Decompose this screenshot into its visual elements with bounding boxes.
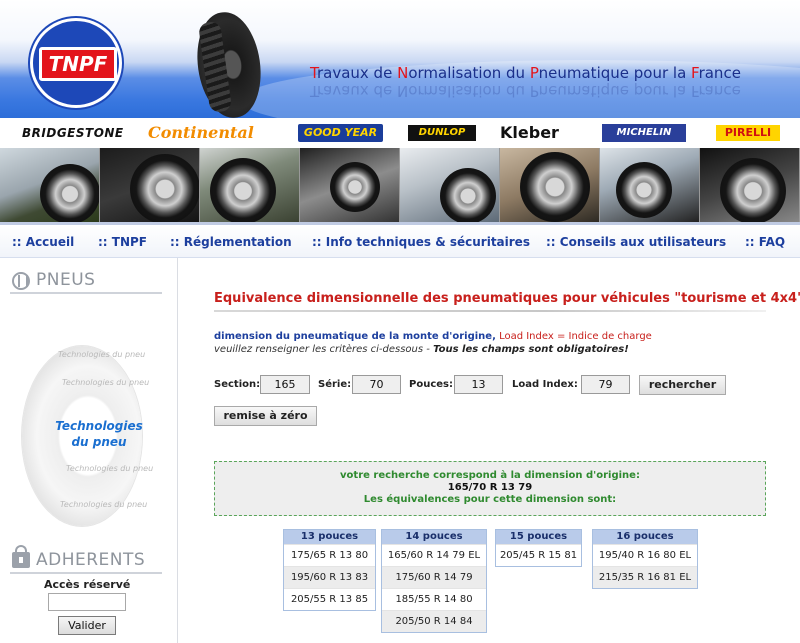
pouces-field[interactable]: 13 bbox=[454, 375, 503, 394]
valider-button[interactable]: Valider bbox=[58, 616, 116, 635]
wheel-photo bbox=[700, 148, 800, 222]
acces-reserve-label: Accès réservé bbox=[44, 578, 131, 591]
reset-button[interactable]: remise à zéro bbox=[214, 406, 317, 426]
load-index-label: Load Index: bbox=[512, 379, 578, 390]
photo-strip bbox=[0, 148, 800, 222]
main-nav: :: Accueil :: TNPF :: Réglementation :: … bbox=[0, 222, 800, 258]
title-divider bbox=[214, 310, 766, 312]
nav-accueil[interactable]: :: Accueil bbox=[12, 235, 74, 249]
equivalence-cell: 195/40 R 16 80 EL bbox=[593, 544, 697, 566]
nav-reglementation[interactable]: :: Réglementation bbox=[170, 235, 292, 249]
technologies-link[interactable]: Technologies du pneu bbox=[44, 418, 154, 450]
column-14-pouces: 14 pouces 165/60 R 14 79 EL 175/60 R 14 … bbox=[381, 529, 487, 633]
nav-faq[interactable]: :: FAQ bbox=[745, 235, 785, 249]
page-title: Equivalence dimensionnelle des pneumatiq… bbox=[214, 291, 800, 306]
result-box: votre recherche correspond à la dimensio… bbox=[214, 461, 766, 516]
column-16-pouces: 16 pouces 195/40 R 16 80 EL 215/35 R 16 … bbox=[592, 529, 698, 589]
brand-michelin[interactable]: MICHELIN bbox=[602, 124, 686, 142]
brand-goodyear[interactable]: GOOD YEAR bbox=[298, 124, 383, 142]
nav-conseils[interactable]: :: Conseils aux utilisateurs bbox=[546, 235, 726, 249]
site-header: TNPF Travaux de Normalisation du Pneumat… bbox=[0, 0, 800, 118]
wheel-photo bbox=[200, 148, 300, 222]
brand-continental[interactable]: Continental bbox=[148, 123, 254, 143]
equivalence-cell: 205/55 R 13 85 bbox=[284, 588, 375, 610]
rechercher-button[interactable]: rechercher bbox=[639, 375, 726, 395]
nav-tnpf[interactable]: :: TNPF bbox=[98, 235, 147, 249]
wheel-photo bbox=[0, 148, 100, 222]
main-content: Equivalence dimensionnelle des pneumatiq… bbox=[179, 258, 800, 643]
column-13-pouces: 13 pouces 175/65 R 13 80 195/60 R 13 83 … bbox=[283, 529, 376, 611]
equivalence-cell: 175/60 R 14 79 bbox=[382, 566, 486, 588]
wheel-photo bbox=[400, 148, 500, 222]
equivalence-cell: 165/60 R 14 79 EL bbox=[382, 544, 486, 566]
brand-dunlop[interactable]: DUNLOP bbox=[408, 125, 476, 141]
wheel-photo bbox=[500, 148, 600, 222]
wheel-photo bbox=[300, 148, 400, 222]
brand-pirelli[interactable]: PIRELLI bbox=[716, 125, 780, 141]
result-line-3: Les équivalences pour cette dimension so… bbox=[363, 494, 617, 505]
equivalence-cell: 195/60 R 13 83 bbox=[284, 566, 375, 588]
brand-bridgestone[interactable]: BRIDGESTONE bbox=[22, 123, 124, 143]
wheel-photo bbox=[600, 148, 700, 222]
equivalence-cell: 205/45 R 15 81 bbox=[496, 544, 581, 566]
equivalence-cell: 205/50 R 14 84 bbox=[382, 610, 486, 632]
column-header: 16 pouces bbox=[593, 530, 697, 544]
wheel-photo bbox=[100, 148, 200, 222]
section-field[interactable]: 165 bbox=[260, 375, 310, 394]
result-line-1: votre recherche correspond à la dimensio… bbox=[340, 470, 640, 481]
logo-text: TNPF bbox=[39, 47, 117, 81]
adherents-heading: ADHERENTS bbox=[10, 545, 162, 574]
serie-label: Série: bbox=[318, 379, 352, 390]
site-title-reflection: Travaux de Normalisation du Pneumatique … bbox=[310, 82, 741, 100]
equivalence-cell: 215/35 R 16 81 EL bbox=[593, 566, 697, 588]
pneus-heading: PNEUS bbox=[10, 268, 162, 294]
member-access-input[interactable] bbox=[48, 593, 126, 611]
intro-line-2: veuillez renseigner les critères ci-dess… bbox=[214, 344, 629, 355]
serie-field[interactable]: 70 bbox=[352, 375, 401, 394]
nav-info-techniques[interactable]: :: Info techniques & sécuritaires bbox=[312, 235, 530, 249]
brand-kleber[interactable]: Kleber bbox=[500, 123, 559, 143]
result-dimension: 165/70 R 13 79 bbox=[447, 482, 533, 493]
load-index-field[interactable]: 79 bbox=[581, 375, 630, 394]
lock-icon bbox=[12, 545, 30, 568]
intro-line-1: dimension du pneumatique de la monte d'o… bbox=[214, 331, 652, 342]
section-label: Section: bbox=[214, 379, 261, 390]
column-header: 14 pouces bbox=[382, 530, 486, 544]
brand-bar: BRIDGESTONE Continental GOOD YEAR DUNLOP… bbox=[0, 118, 800, 148]
tyre-icon bbox=[12, 272, 30, 290]
pouces-label: Pouces: bbox=[409, 379, 453, 390]
column-header: 13 pouces bbox=[284, 530, 375, 544]
equivalence-cell: 175/65 R 13 80 bbox=[284, 544, 375, 566]
equivalence-cell: 185/55 R 14 80 bbox=[382, 588, 486, 610]
column-header: 15 pouces bbox=[496, 530, 581, 544]
site-title: Travaux de Normalisation du Pneumatique … bbox=[310, 64, 741, 82]
sidebar: PNEUS Technologies du pneu Technologies … bbox=[0, 258, 178, 643]
column-15-pouces: 15 pouces 205/45 R 15 81 bbox=[495, 529, 582, 567]
tnpf-logo[interactable]: TNPF bbox=[30, 18, 122, 108]
